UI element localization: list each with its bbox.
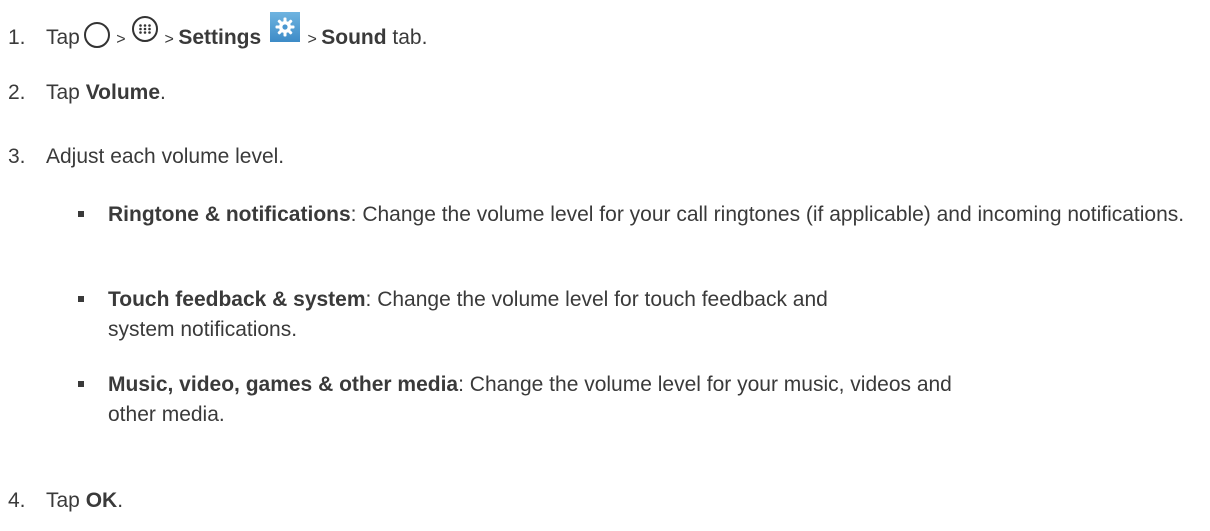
separator: > (160, 31, 179, 48)
step-2: 2. Tap Volume. (8, 80, 166, 106)
bullet-square-icon (78, 296, 84, 302)
separator: > (303, 31, 322, 48)
settings-gear-icon (270, 12, 301, 42)
step-number: 3. (8, 145, 26, 168)
step-text-end: . (160, 81, 166, 104)
step-text: Adjust each volume level. (46, 145, 285, 168)
bullet-item-media: Music, video, games & other media: Chang… (78, 370, 1188, 430)
step-number: 4. (8, 489, 26, 512)
step-number: 2. (8, 81, 26, 104)
step-text-tap: Tap (46, 489, 86, 512)
instruction-document: 1. Tap > > Settings > Sound tab. 2. Tap Vo… (0, 0, 1210, 531)
step-4: 4. Tap OK. (8, 488, 123, 514)
settings-label: Settings (178, 26, 262, 49)
ok-label: OK (85, 489, 118, 512)
bullet-term: Touch feedback & system (108, 288, 366, 311)
apps-icon (132, 16, 159, 42)
separator: > (111, 31, 131, 48)
bullet-item-ringtone: Ringtone & notifications: Change the vol… (78, 200, 1188, 230)
bullet-item-touch-feedback: Touch feedback & system: Change the volu… (78, 285, 1188, 345)
step-text-tap: Tap (46, 81, 86, 104)
step-text-end: tab. (386, 26, 428, 49)
bullet-description: : Change the volume level for your call … (350, 203, 1185, 226)
step-number: 1. (8, 26, 26, 49)
bullet-square-icon (78, 381, 84, 387)
home-circle-icon (83, 22, 110, 48)
sound-tab-label: Sound (321, 26, 387, 49)
step-3: 3. Adjust each volume level. (8, 144, 284, 170)
bullet-square-icon (78, 211, 84, 217)
step-text-end: . (117, 489, 124, 512)
step-1: 1. Tap > > Settings > Sound tab. (8, 12, 427, 53)
bullet-term: Music, video, games & other media (108, 373, 459, 396)
bullet-term: Ringtone & notifications (108, 203, 351, 226)
step-text-tap: Tap (46, 26, 80, 49)
volume-label: Volume (85, 81, 160, 104)
